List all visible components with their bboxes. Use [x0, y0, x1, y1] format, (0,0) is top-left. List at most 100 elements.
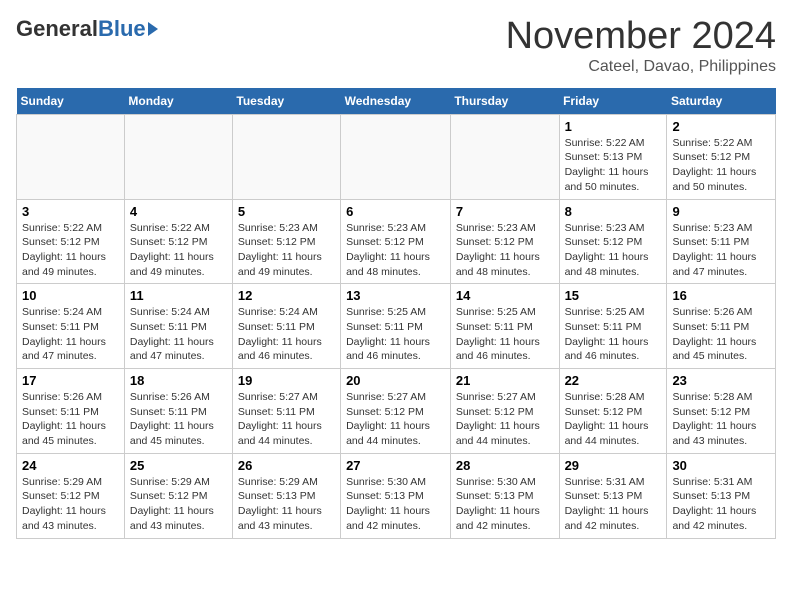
column-header-friday: Friday — [559, 88, 667, 115]
day-cell: 1 Sunrise: 5:22 AMSunset: 5:13 PMDaylight… — [559, 114, 667, 199]
month-title: November 2024 — [506, 16, 776, 58]
day-info: Sunrise: 5:26 AMSunset: 5:11 PMDaylight:… — [672, 305, 770, 364]
calendar-body: 1 Sunrise: 5:22 AMSunset: 5:13 PMDaylight… — [17, 114, 776, 538]
calendar-table: SundayMondayTuesdayWednesdayThursdayFrid… — [16, 88, 776, 539]
day-info: Sunrise: 5:22 AMSunset: 5:12 PMDaylight:… — [130, 221, 227, 280]
day-cell: 9 Sunrise: 5:23 AMSunset: 5:11 PMDaylight… — [667, 199, 776, 284]
week-row-4: 17 Sunrise: 5:26 AMSunset: 5:11 PMDayligh… — [17, 369, 776, 454]
day-number: 6 — [346, 204, 445, 219]
column-header-monday: Monday — [124, 88, 232, 115]
day-number: 15 — [565, 288, 662, 303]
day-cell: 17 Sunrise: 5:26 AMSunset: 5:11 PMDayligh… — [17, 369, 125, 454]
day-cell: 8 Sunrise: 5:23 AMSunset: 5:12 PMDaylight… — [559, 199, 667, 284]
day-number: 11 — [130, 288, 227, 303]
day-number: 29 — [565, 458, 662, 473]
day-number: 7 — [456, 204, 554, 219]
day-cell: 14 Sunrise: 5:25 AMSunset: 5:11 PMDayligh… — [450, 284, 559, 369]
day-info: Sunrise: 5:27 AMSunset: 5:12 PMDaylight:… — [346, 390, 445, 449]
day-cell: 3Sunrise: 5:22 AMSunset: 5:12 PMDaylight… — [17, 199, 125, 284]
day-info: Sunrise: 5:28 AMSunset: 5:12 PMDaylight:… — [672, 390, 770, 449]
day-number: 5 — [238, 204, 335, 219]
day-info: Sunrise: 5:26 AMSunset: 5:11 PMDaylight:… — [130, 390, 227, 449]
day-cell: 28 Sunrise: 5:30 AMSunset: 5:13 PMDayligh… — [450, 453, 559, 538]
day-info: Sunrise: 5:22 AMSunset: 5:12 PMDaylight:… — [22, 221, 119, 280]
day-cell: 4 Sunrise: 5:22 AMSunset: 5:12 PMDaylight… — [124, 199, 232, 284]
day-number: 27 — [346, 458, 445, 473]
week-row-1: 1 Sunrise: 5:22 AMSunset: 5:13 PMDaylight… — [17, 114, 776, 199]
day-number: 21 — [456, 373, 554, 388]
day-cell: 27 Sunrise: 5:30 AMSunset: 5:13 PMDayligh… — [341, 453, 451, 538]
day-cell: 24Sunrise: 5:29 AMSunset: 5:12 PMDayligh… — [17, 453, 125, 538]
day-cell: 6 Sunrise: 5:23 AMSunset: 5:12 PMDaylight… — [341, 199, 451, 284]
day-number: 26 — [238, 458, 335, 473]
day-info: Sunrise: 5:24 AMSunset: 5:11 PMDaylight:… — [238, 305, 335, 364]
day-info: Sunrise: 5:31 AMSunset: 5:13 PMDaylight:… — [565, 475, 662, 534]
day-cell: 29 Sunrise: 5:31 AMSunset: 5:13 PMDayligh… — [559, 453, 667, 538]
title-block: November 2024 Cateel, Davao, Philippines — [506, 16, 776, 76]
day-info: Sunrise: 5:30 AMSunset: 5:13 PMDaylight:… — [456, 475, 554, 534]
logo: General Blue — [16, 16, 158, 42]
day-cell: 30 Sunrise: 5:31 AMSunset: 5:13 PMDayligh… — [667, 453, 776, 538]
day-info: Sunrise: 5:29 AMSunset: 5:12 PMDaylight:… — [130, 475, 227, 534]
week-row-2: 3Sunrise: 5:22 AMSunset: 5:12 PMDaylight… — [17, 199, 776, 284]
day-info: Sunrise: 5:27 AMSunset: 5:11 PMDaylight:… — [238, 390, 335, 449]
day-cell: 12Sunrise: 5:24 AMSunset: 5:11 PMDayligh… — [232, 284, 340, 369]
location-text: Cateel, Davao, Philippines — [506, 58, 776, 76]
day-cell: 23Sunrise: 5:28 AMSunset: 5:12 PMDayligh… — [667, 369, 776, 454]
calendar-header: SundayMondayTuesdayWednesdayThursdayFrid… — [17, 88, 776, 115]
day-number: 10 — [22, 288, 119, 303]
day-info: Sunrise: 5:23 AMSunset: 5:11 PMDaylight:… — [672, 221, 770, 280]
day-cell — [17, 114, 125, 199]
day-number: 16 — [672, 288, 770, 303]
day-cell: 10 Sunrise: 5:24 AMSunset: 5:11 PMDayligh… — [17, 284, 125, 369]
day-number: 4 — [130, 204, 227, 219]
day-info: Sunrise: 5:26 AMSunset: 5:11 PMDaylight:… — [22, 390, 119, 449]
day-number: 13 — [346, 288, 445, 303]
logo-general-text: General — [16, 16, 98, 42]
day-number: 9 — [672, 204, 770, 219]
day-cell: 13 Sunrise: 5:25 AMSunset: 5:11 PMDayligh… — [341, 284, 451, 369]
column-header-saturday: Saturday — [667, 88, 776, 115]
day-info: Sunrise: 5:23 AMSunset: 5:12 PMDaylight:… — [346, 221, 445, 280]
day-cell: 25 Sunrise: 5:29 AMSunset: 5:12 PMDayligh… — [124, 453, 232, 538]
day-number: 25 — [130, 458, 227, 473]
day-info: Sunrise: 5:24 AMSunset: 5:11 PMDaylight:… — [22, 305, 119, 364]
day-info: Sunrise: 5:23 AMSunset: 5:12 PMDaylight:… — [565, 221, 662, 280]
day-info: Sunrise: 5:30 AMSunset: 5:13 PMDaylight:… — [346, 475, 445, 534]
day-number: 19 — [238, 373, 335, 388]
day-number: 30 — [672, 458, 770, 473]
day-info: Sunrise: 5:29 AMSunset: 5:13 PMDaylight:… — [238, 475, 335, 534]
day-cell: 20Sunrise: 5:27 AMSunset: 5:12 PMDayligh… — [341, 369, 451, 454]
day-cell: 11Sunrise: 5:24 AMSunset: 5:11 PMDayligh… — [124, 284, 232, 369]
day-info: Sunrise: 5:25 AMSunset: 5:11 PMDaylight:… — [565, 305, 662, 364]
week-row-5: 24Sunrise: 5:29 AMSunset: 5:12 PMDayligh… — [17, 453, 776, 538]
week-row-3: 10 Sunrise: 5:24 AMSunset: 5:11 PMDayligh… — [17, 284, 776, 369]
day-cell — [341, 114, 451, 199]
day-number: 8 — [565, 204, 662, 219]
day-cell: 21 Sunrise: 5:27 AMSunset: 5:12 PMDayligh… — [450, 369, 559, 454]
day-info: Sunrise: 5:22 AMSunset: 5:13 PMDaylight:… — [565, 136, 662, 195]
day-info: Sunrise: 5:27 AMSunset: 5:12 PMDaylight:… — [456, 390, 554, 449]
day-cell: 22Sunrise: 5:28 AMSunset: 5:12 PMDayligh… — [559, 369, 667, 454]
header-row: SundayMondayTuesdayWednesdayThursdayFrid… — [17, 88, 776, 115]
day-info: Sunrise: 5:31 AMSunset: 5:13 PMDaylight:… — [672, 475, 770, 534]
logo-arrow-icon — [148, 22, 158, 36]
day-info: Sunrise: 5:22 AMSunset: 5:12 PMDaylight:… — [672, 136, 770, 195]
column-header-thursday: Thursday — [450, 88, 559, 115]
day-cell — [124, 114, 232, 199]
day-number: 14 — [456, 288, 554, 303]
day-info: Sunrise: 5:29 AMSunset: 5:12 PMDaylight:… — [22, 475, 119, 534]
day-number: 17 — [22, 373, 119, 388]
day-number: 18 — [130, 373, 227, 388]
day-info: Sunrise: 5:25 AMSunset: 5:11 PMDaylight:… — [456, 305, 554, 364]
day-cell: 18 Sunrise: 5:26 AMSunset: 5:11 PMDayligh… — [124, 369, 232, 454]
day-number: 22 — [565, 373, 662, 388]
day-cell — [232, 114, 340, 199]
day-cell: 19 Sunrise: 5:27 AMSunset: 5:11 PMDayligh… — [232, 369, 340, 454]
day-info: Sunrise: 5:25 AMSunset: 5:11 PMDaylight:… — [346, 305, 445, 364]
page-header: General Blue November 2024 Cateel, Davao… — [16, 16, 776, 76]
day-number: 1 — [565, 119, 662, 134]
day-cell: 26 Sunrise: 5:29 AMSunset: 5:13 PMDayligh… — [232, 453, 340, 538]
day-cell: 2Sunrise: 5:22 AMSunset: 5:12 PMDaylight… — [667, 114, 776, 199]
day-number: 28 — [456, 458, 554, 473]
